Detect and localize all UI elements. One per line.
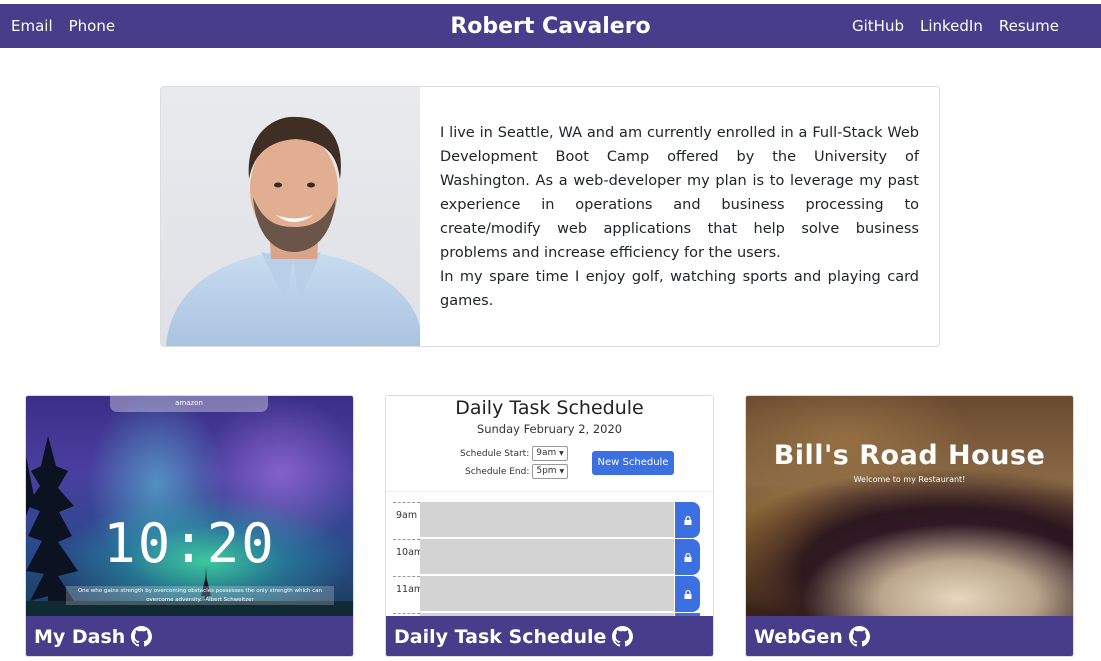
schedule-date: Sunday February 2, 2020 xyxy=(476,422,623,436)
hour-row: 11am xyxy=(393,576,700,612)
lock-button xyxy=(675,539,700,575)
bio-text: I live in Seattle, WA and am currently e… xyxy=(420,87,939,346)
lock-icon xyxy=(684,552,691,562)
chevron-down-icon: ▼ xyxy=(559,468,565,475)
hour-row: 9am xyxy=(393,502,700,538)
dash-quote: One who gains strength by overcoming obs… xyxy=(66,586,334,605)
project-card-daily-task-schedule[interactable]: Daily Task Schedule Sunday February 2, 2… xyxy=(385,395,714,657)
hour-label: 10am xyxy=(393,539,423,575)
schedule-end-select: 5pm ▼ xyxy=(532,464,569,479)
schedule-app: Daily Task Schedule Sunday February 2, 2… xyxy=(386,396,713,616)
dash-clock: 10:20 xyxy=(103,512,276,575)
schedule-start-select: 9am ▼ xyxy=(532,446,568,461)
project-card-footer: My Dash xyxy=(26,616,353,656)
schedule-end-row: Schedule End: 5pm ▼ xyxy=(465,464,569,479)
hour-task-field xyxy=(420,539,674,575)
bio-card: I live in Seattle, WA and am currently e… xyxy=(160,86,940,347)
nav-right-group: GitHub LinkedIn Resume xyxy=(852,4,1059,48)
project-title[interactable]: Daily Task Schedule xyxy=(394,626,606,648)
github-icon[interactable] xyxy=(848,626,870,647)
hour-row: 10am xyxy=(393,539,700,575)
webgen-heading: Bill's Road House xyxy=(773,440,1046,471)
project-title[interactable]: My Dash xyxy=(34,626,125,648)
restaurant-food-background xyxy=(746,396,1073,616)
hour-task-field xyxy=(420,502,674,538)
nav-link-github[interactable]: GitHub xyxy=(852,17,904,35)
nav-link-linkedin[interactable]: LinkedIn xyxy=(920,17,983,35)
webgen-subheading: Welcome to my Restaurant! xyxy=(853,475,966,484)
github-icon[interactable] xyxy=(131,626,153,647)
new-schedule-button: New Schedule xyxy=(592,451,674,475)
nav-link-resume[interactable]: Resume xyxy=(999,17,1059,35)
project-card-footer: Daily Task Schedule xyxy=(386,616,713,656)
bio-paragraph-2: In my spare time I enjoy golf, watching … xyxy=(440,269,919,309)
tree-silhouette-icon xyxy=(26,436,353,616)
lock-icon xyxy=(684,589,691,599)
project-preview-daily-task-schedule: Daily Task Schedule Sunday February 2, 2… xyxy=(386,396,713,616)
project-title[interactable]: WebGen xyxy=(754,626,843,648)
project-card-webgen[interactable]: Bill's Road House Welcome to my Restaura… xyxy=(745,395,1074,657)
schedule-start-row: Schedule Start: 9am ▼ xyxy=(460,446,568,461)
schedule-end-value: 5pm xyxy=(536,466,557,476)
nav-link-email[interactable]: Email xyxy=(11,17,53,35)
project-card-my-dash[interactable]: amazon 10:20 One who gains strength by o… xyxy=(25,395,354,657)
hour-task-field xyxy=(420,576,674,612)
schedule-start-label: Schedule Start: xyxy=(460,448,530,459)
project-preview-my-dash: amazon 10:20 One who gains strength by o… xyxy=(26,396,353,616)
hour-label: 9am xyxy=(393,502,420,538)
bio-paragraph-1: I live in Seattle, WA and am currently e… xyxy=(440,125,919,261)
top-navbar: Email Phone Robert Cavalero GitHub Linke… xyxy=(0,4,1101,48)
project-preview-webgen: Bill's Road House Welcome to my Restaura… xyxy=(746,396,1073,616)
lock-icon xyxy=(684,515,691,525)
schedule-start-value: 9am xyxy=(536,448,557,458)
hour-label: 11am xyxy=(393,576,423,612)
dash-search-bar: amazon xyxy=(110,396,268,412)
project-card-footer: WebGen xyxy=(746,616,1073,656)
nav-left-group: Email Phone xyxy=(11,4,115,48)
profile-photo xyxy=(161,87,420,346)
github-icon[interactable] xyxy=(612,626,634,647)
profile-photo-illustration xyxy=(166,116,420,346)
chevron-down-icon: ▼ xyxy=(559,450,564,457)
lock-button xyxy=(675,576,700,612)
nav-link-phone[interactable]: Phone xyxy=(69,17,115,35)
schedule-end-label: Schedule End: xyxy=(465,466,530,477)
schedule-heading: Daily Task Schedule xyxy=(455,397,644,419)
schedule-divider xyxy=(386,491,713,492)
lock-button xyxy=(675,502,700,538)
